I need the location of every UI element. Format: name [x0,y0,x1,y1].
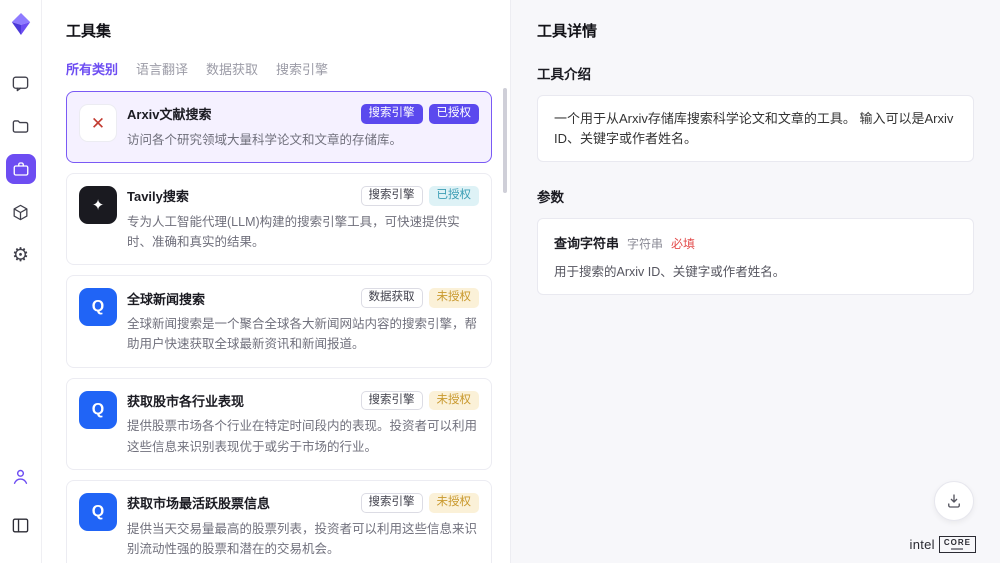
rail-bottom [6,461,36,553]
parameter-type: 字符串 [627,235,663,252]
scrollbar-thumb[interactable] [503,88,507,193]
tool-description: 提供当天交易量最高的股票列表，投资者可以利用这些信息来识别流动性强的股票和潜在的… [127,519,479,560]
tool-card[interactable]: Arxiv文献搜索 搜索引擎 已授权 访问各个研究领域大量科学论文和文章的存储库… [66,91,492,163]
tool-description: 提供股票市场各个行业在特定时间段内的表现。投资者可以利用这些信息来识别表现优于或… [127,416,479,457]
auth-status-badge: 已授权 [429,186,480,206]
tool-icon [79,104,117,142]
tool-name: Arxiv文献搜索 [127,104,212,123]
cube-icon[interactable] [6,197,36,227]
category-badge: 搜索引擎 [361,493,423,513]
category-badge: 数据获取 [361,288,423,308]
parameter-header: 查询字符串 字符串 必填 [554,233,957,252]
tool-icon [79,288,117,326]
params-section-title: 参数 [537,186,974,206]
user-icon[interactable] [6,461,36,491]
tool-card[interactable]: Tavily搜索 搜索引擎 已授权 专为人工智能代理(LLM)构建的搜索引擎工具… [66,173,492,265]
briefcase-icon[interactable] [6,154,36,184]
required-badge: 必填 [671,235,695,252]
app-window: ⚙ 工具集 所有类别 语言翻译 数据获取 搜索引擎 [0,0,1000,563]
tool-intro-box: 一个用于从Arxiv存储库搜索科学论文和文章的工具。 输入可以是Arxiv ID… [537,95,974,162]
tool-icon [79,391,117,429]
core-badge-subtext [951,548,963,550]
parameter-description: 用于搜索的Arxiv ID、关键字或作者姓名。 [554,261,957,280]
auth-status-badge: 未授权 [429,391,480,411]
app-logo-icon [10,12,32,36]
tool-intro-text: 一个用于从Arxiv存储库搜索科学论文和文章的工具。 输入可以是Arxiv ID… [554,111,953,146]
tool-name: 获取市场最活跃股票信息 [127,493,270,512]
detail-title: 工具详情 [537,20,974,41]
tab-data-fetch[interactable]: 数据获取 [206,59,258,78]
download-icon [945,492,963,510]
tool-description: 专为人工智能代理(LLM)构建的搜索引擎工具，可快速提供实时、准确和真实的结果。 [127,212,479,253]
download-button[interactable] [934,481,974,521]
category-badge: 搜索引擎 [361,104,423,124]
tool-name: 全球新闻搜索 [127,289,205,308]
auth-status-badge: 已授权 [429,104,480,124]
tool-detail-panel: 工具详情 工具介绍 一个用于从Arxiv存储库搜索科学论文和文章的工具。 输入可… [510,0,1000,563]
tool-list: Arxiv文献搜索 搜索引擎 已授权 访问各个研究领域大量科学论文和文章的存储库… [66,91,492,563]
tab-search-engine[interactable]: 搜索引擎 [276,59,328,78]
category-badge: 搜索引擎 [361,186,423,206]
tab-language-translate[interactable]: 语言翻译 [136,59,188,78]
intel-core-logo: intel CORE [910,536,976,554]
auth-status-badge: 未授权 [429,288,480,308]
tool-icon [79,186,117,224]
left-rail: ⚙ [0,0,42,563]
tab-all-categories[interactable]: 所有类别 [66,59,118,78]
folder-icon[interactable] [6,111,36,141]
intel-wordmark: intel [910,537,935,552]
tool-description: 全球新闻搜索是一个聚合全球各大新闻网站内容的搜索引擎，帮助用户快速获取全球最新资… [127,314,479,355]
tool-card[interactable]: 获取市场最活跃股票信息 搜索引擎 未授权 提供当天交易量最高的股票列表，投资者可… [66,480,492,563]
tool-icon [79,493,117,531]
tool-name: Tavily搜索 [127,186,189,205]
page-title: 工具集 [66,20,492,41]
chat-icon[interactable] [6,68,36,98]
category-badge: 搜索引擎 [361,391,423,411]
layout-panel-icon[interactable] [6,510,36,540]
tool-list-panel: 工具集 所有类别 语言翻译 数据获取 搜索引擎 Arxiv文献搜索 搜索引擎 已… [42,0,510,563]
parameter-card: 查询字符串 字符串 必填 用于搜索的Arxiv ID、关键字或作者姓名。 [537,218,974,295]
gear-icon[interactable]: ⚙ [6,240,36,270]
auth-status-badge: 未授权 [429,493,480,513]
tool-card[interactable]: 全球新闻搜索 数据获取 未授权 全球新闻搜索是一个聚合全球各大新闻网站内容的搜索… [66,275,492,367]
tool-name: 获取股市各行业表现 [127,391,244,410]
tool-description: 访问各个研究领域大量科学论文和文章的存储库。 [127,130,479,150]
tool-card[interactable]: 获取股市各行业表现 搜索引擎 未授权 提供股票市场各个行业在特定时间段内的表现。… [66,378,492,470]
intro-section-title: 工具介绍 [537,63,974,83]
category-tabs: 所有类别 语言翻译 数据获取 搜索引擎 [66,59,492,78]
parameter-name: 查询字符串 [554,233,619,252]
core-badge: CORE [939,536,976,554]
